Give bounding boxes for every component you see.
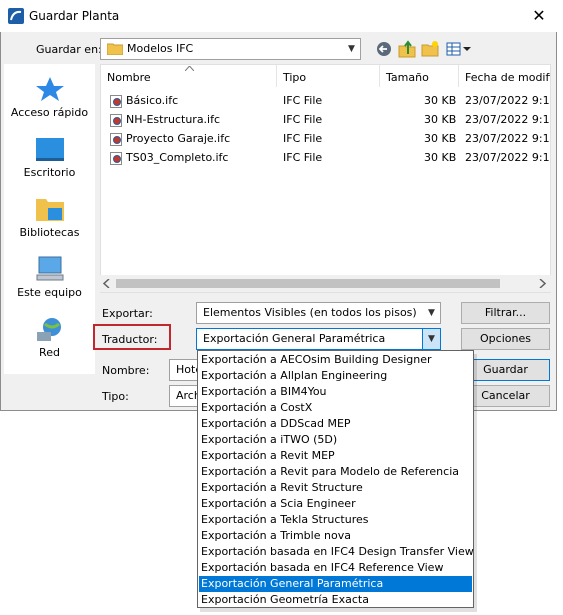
desktop-icon: [35, 136, 65, 162]
place-this-pc[interactable]: Este equipo: [4, 256, 95, 299]
dropdown-option[interactable]: Exportación basada en IFC4 Reference Vie…: [199, 560, 472, 576]
options-button[interactable]: Opciones: [461, 328, 550, 350]
file-type: IFC File: [283, 151, 323, 164]
network-icon: [35, 316, 65, 342]
file-date: 23/07/2022 9:18: [465, 113, 551, 126]
file-name: Básico.ifc: [126, 94, 179, 107]
file-name: TS03_Completo.ifc: [126, 151, 229, 164]
dropdown-option[interactable]: Exportación a BIM4You: [199, 384, 472, 400]
column-name[interactable]: Nombre: [107, 71, 151, 84]
dropdown-option[interactable]: Exportación basada en IFC4 Design Transf…: [199, 544, 474, 560]
dropdown-option[interactable]: Exportación a AECOsim Building Designer: [199, 352, 472, 368]
file-type: IFC File: [283, 113, 323, 126]
chevron-down-icon: ▼: [348, 44, 355, 54]
view-menu-icon[interactable]: [446, 41, 472, 57]
scroll-left-icon[interactable]: [103, 279, 111, 288]
up-folder-icon[interactable]: [398, 40, 416, 58]
file-row[interactable]: Básico.ifc IFC File 30 KB 23/07/2022 9:1…: [101, 92, 551, 111]
place-label: Acceso rápido: [10, 106, 89, 119]
folder-name: Modelos IFC: [127, 42, 194, 55]
file-name: NH-Estructura.ifc: [126, 113, 221, 126]
file-size: 30 KB: [424, 94, 457, 107]
place-label: Bibliotecas: [19, 226, 80, 239]
translator-value: Exportación General Paramétrica: [203, 332, 386, 345]
place-desktop[interactable]: Escritorio: [4, 136, 95, 179]
type-label: Tipo:: [102, 390, 129, 403]
file-size: 30 KB: [424, 113, 457, 126]
place-label: Escritorio: [23, 166, 76, 179]
file-type: IFC File: [283, 132, 323, 145]
file-date: 23/07/2022 9:18: [465, 132, 551, 145]
column-size[interactable]: Tamaño: [386, 71, 429, 84]
dropdown-option[interactable]: Exportación a iTWO (5D): [199, 432, 472, 448]
file-size: 30 KB: [424, 132, 457, 145]
close-icon[interactable]: ✕: [526, 4, 552, 28]
chevron-down-icon: ▼: [428, 308, 435, 318]
filter-button[interactable]: Filtrar...: [461, 302, 550, 324]
file-row[interactable]: NH-Estructura.ifc IFC File 30 KB 23/07/2…: [101, 111, 551, 130]
window-title: Guardar Planta: [29, 9, 120, 23]
dropdown-option[interactable]: Exportación General Paramétrica: [199, 576, 472, 592]
file-date: 23/07/2022 9:17: [465, 94, 551, 107]
place-label: Red: [39, 346, 60, 359]
file-date: 23/07/2022 9:18: [465, 151, 551, 164]
ifc-file-icon: [110, 95, 122, 108]
file-row[interactable]: TS03_Completo.ifc IFC File 30 KB 23/07/2…: [101, 149, 551, 168]
new-folder-icon[interactable]: [421, 40, 439, 58]
file-size: 30 KB: [424, 151, 457, 164]
folder-icon: [107, 43, 123, 55]
dropdown-option[interactable]: Exportación a Allplan Engineering: [199, 368, 472, 384]
export-label: Exportar:: [102, 307, 153, 320]
places-bar: Acceso rápido Escritorio Bibliotecas Est…: [4, 64, 95, 374]
libraries-icon: [35, 196, 65, 222]
chevron-down-icon: ▼: [422, 329, 440, 349]
export-value: Elementos Visibles (en todos los pisos): [203, 306, 417, 319]
name-label: Nombre:: [102, 364, 150, 377]
column-type[interactable]: Tipo: [283, 71, 306, 84]
translator-combo[interactable]: Exportación General Paramétrica ▼: [196, 328, 441, 350]
dropdown-option[interactable]: Exportación a Scia Engineer: [199, 496, 472, 512]
place-network[interactable]: Red: [4, 316, 95, 359]
star-icon: [35, 76, 65, 102]
scroll-thumb[interactable]: [116, 279, 500, 288]
place-label: Este equipo: [17, 286, 82, 299]
ifc-file-icon: [110, 114, 122, 127]
app-logo-icon: [8, 8, 24, 24]
file-list[interactable]: Nombre Tipo Tamaño Fecha de modifi Básic…: [100, 64, 551, 293]
dropdown-option[interactable]: Exportación a Revit MEP: [199, 448, 472, 464]
sort-up-icon: [185, 66, 194, 71]
dropdown-option[interactable]: Exportación a Revit para Modelo de Refer…: [199, 464, 472, 480]
dropdown-option[interactable]: Exportación a Revit Structure: [199, 480, 472, 496]
column-date[interactable]: Fecha de modifi: [465, 71, 550, 84]
place-quick-access[interactable]: Acceso rápido: [4, 76, 95, 119]
dropdown-option[interactable]: Exportación a DDScad MEP: [199, 416, 472, 432]
scroll-right-icon[interactable]: [538, 279, 546, 288]
place-libraries[interactable]: Bibliotecas: [4, 196, 95, 239]
file-row[interactable]: Proyecto Garaje.ifc IFC File 30 KB 23/07…: [101, 130, 551, 149]
back-icon[interactable]: [376, 41, 392, 57]
save-in-combo[interactable]: Modelos IFC ▼: [100, 38, 361, 60]
dropdown-option[interactable]: Exportación a CostX: [199, 400, 472, 416]
ifc-file-icon: [110, 152, 122, 165]
dropdown-option[interactable]: Exportación a Tekla Structures: [199, 512, 472, 528]
ifc-file-icon: [110, 133, 122, 146]
translator-dropdown-list[interactable]: Exportación a AECOsim Building Designer E…: [197, 350, 474, 608]
export-combo[interactable]: Elementos Visibles (en todos los pisos) …: [196, 302, 441, 324]
dropdown-option[interactable]: Exportación Geometría Exacta: [199, 592, 472, 608]
file-name: Proyecto Garaje.ifc: [126, 132, 231, 145]
translator-label: Traductor:: [102, 333, 158, 346]
computer-icon: [35, 256, 65, 282]
save-in-label: Guardar en:: [36, 43, 102, 56]
dropdown-option[interactable]: Exportación a Trimble nova: [199, 528, 472, 544]
file-type: IFC File: [283, 94, 323, 107]
